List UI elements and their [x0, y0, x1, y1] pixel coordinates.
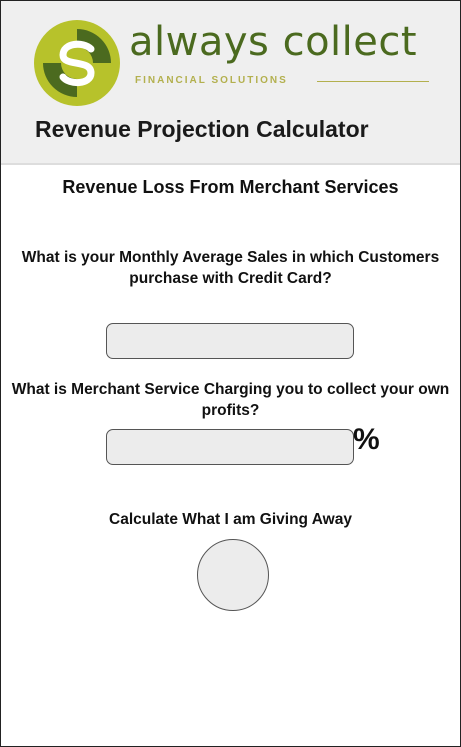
- header: always collect FINANCIAL SOLUTIONS Reven…: [1, 1, 460, 165]
- brand-name: always collect: [129, 19, 418, 65]
- page-frame: always collect FINANCIAL SOLUTIONS Reven…: [0, 0, 461, 747]
- percent-symbol: %: [353, 423, 380, 456]
- section-title: Revenue Loss From Merchant Services: [62, 177, 399, 197]
- monthly-sales-question: What is your Monthly Average Sales in wh…: [21, 249, 440, 287]
- always-collect-logo-icon: [34, 20, 120, 106]
- monthly-sales-input[interactable]: [106, 323, 354, 359]
- merchant-rate-question: What is Merchant Service Charging you to…: [11, 381, 450, 419]
- calculate-button[interactable]: [197, 539, 269, 611]
- brand-divider: [317, 81, 429, 82]
- page-title: Revenue Projection Calculator: [35, 116, 369, 142]
- brand-tagline: FINANCIAL SOLUTIONS: [135, 75, 288, 86]
- merchant-rate-input[interactable]: [106, 429, 354, 465]
- calculate-label: Calculate What I am Giving Away: [109, 511, 352, 528]
